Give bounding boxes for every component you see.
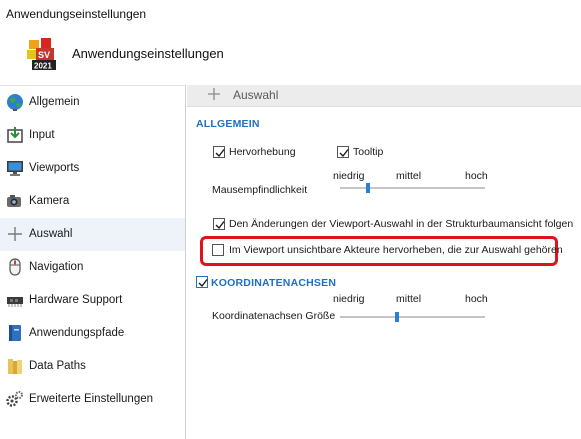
section-title-allgemein: ALLGEMEIN [196, 118, 260, 130]
axes-checkbox[interactable] [196, 276, 208, 288]
settings-header: SV 2021 Anwendungseinstellungen [0, 30, 581, 85]
settings-panel: Auswahl ALLGEMEIN Hervorhebung Tooltip n… [187, 85, 581, 439]
sidebar-item-label: Navigation [29, 261, 84, 273]
svg-text:SV: SV [38, 50, 50, 60]
sensitivity-tick-mid: mittel [396, 170, 422, 182]
window-title: Anwendungseinstellungen [6, 7, 147, 21]
panel-title: Auswahl [233, 88, 279, 102]
sidebar-item-anwendungspfade[interactable]: Anwendungspfade [0, 317, 185, 350]
checkmark-icon [215, 221, 225, 230]
axes-size-slider[interactable] [340, 316, 485, 318]
sidebar-item-allgemein[interactable]: Allgemein [0, 86, 185, 119]
axes-size-slider-thumb[interactable] [394, 312, 399, 322]
sidebar-item-label: Kamera [29, 195, 70, 207]
hervorhebung-checkbox[interactable] [213, 146, 225, 158]
sensitivity-slider-thumb[interactable] [365, 183, 370, 193]
chip-icon [7, 297, 23, 307]
sidebar-item-input[interactable]: Input [0, 119, 185, 152]
sidebar-item-kamera[interactable]: Kamera [0, 185, 185, 218]
sidebar-item-label: Viewports [29, 162, 80, 174]
sidebar-item-viewports[interactable]: Viewports [0, 152, 185, 185]
sidebar-item-label: Hardware Support [29, 294, 123, 306]
book-icon [9, 325, 21, 341]
sidebar-item-label: Input [29, 129, 55, 141]
sidebar-item-label: Auswahl [29, 228, 73, 240]
sensitivity-slider[interactable] [340, 187, 485, 189]
folder-icon [8, 359, 22, 374]
tooltip-checkbox[interactable] [337, 146, 349, 158]
input-icon [7, 127, 23, 143]
section-title-koordinatenachsen: KOORDINATENACHSEN [211, 277, 337, 289]
checkmark-icon [198, 279, 208, 288]
app-logo-2021-icon: SV 2021 [27, 38, 56, 71]
axes-tick-high: hoch [465, 293, 488, 305]
camera-icon [7, 195, 21, 207]
plus-icon [208, 88, 220, 100]
sidebar-item-hardware-support[interactable]: Hardware Support [0, 284, 185, 317]
panel-header: Auswahl [187, 85, 581, 107]
sidebar-item-label: Data Paths [29, 360, 86, 372]
logo-year: 2021 [34, 62, 52, 71]
highlight-hidden-checkbox[interactable] [212, 244, 224, 256]
axes-tick-low: niedrig [333, 293, 365, 305]
checkmark-icon [215, 149, 225, 158]
plus-icon [8, 227, 22, 241]
sidebar-item-label: Erweiterte Einstellungen [29, 393, 154, 405]
sensitivity-tick-high: hoch [465, 170, 488, 182]
sidebar-item-label: Allgemein [29, 96, 80, 108]
tooltip-label: Tooltip [353, 146, 384, 158]
axes-tick-mid: mittel [396, 293, 422, 305]
sensitivity-label: Mausempfindlichkeit [212, 184, 308, 196]
globe-icon [7, 94, 23, 111]
axes-size-label: Koordinatenachsen Größe [212, 310, 336, 322]
follow-changes-checkbox[interactable] [213, 218, 225, 230]
sidebar-item-label: Anwendungspfade [29, 327, 125, 339]
monitor-icon [7, 161, 23, 176]
sensitivity-tick-low: niedrig [333, 170, 365, 182]
hervorhebung-label: Hervorhebung [229, 146, 296, 158]
follow-changes-label: Den Änderungen der Viewport-Auswahl in d… [229, 218, 574, 230]
header-title: Anwendungseinstellungen [72, 46, 224, 61]
checkmark-icon [339, 149, 349, 158]
gears-icon [6, 391, 23, 407]
sidebar-item-erweiterte-einstellungen[interactable]: Erweiterte Einstellungen [0, 383, 185, 416]
highlight-hidden-label: Im Viewport unsichtbare Akteure hervorhe… [229, 244, 563, 256]
settings-sidebar: Allgemein Input Viewports Kamera Auswahl… [0, 85, 186, 439]
sidebar-item-navigation[interactable]: Navigation [0, 251, 185, 284]
sidebar-item-auswahl[interactable]: Auswahl [0, 218, 185, 251]
title-bar: Anwendungseinstellungen [0, 0, 581, 30]
mouse-icon [9, 258, 21, 276]
sidebar-item-data-paths[interactable]: Data Paths [0, 350, 185, 383]
